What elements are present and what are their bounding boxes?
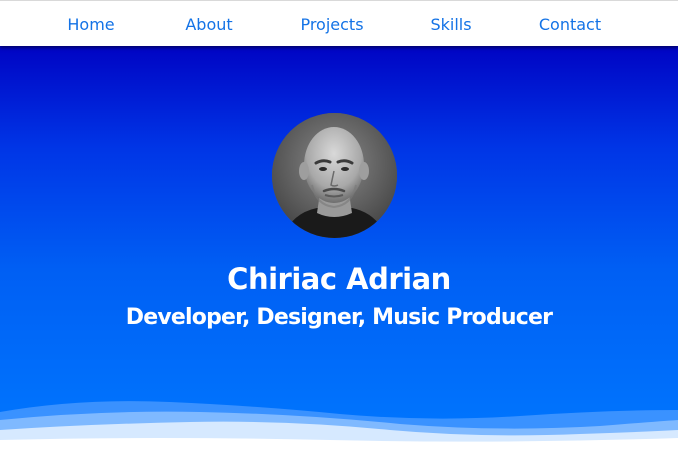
nav-link-home[interactable]: Home	[67, 15, 114, 34]
decorative-waves	[0, 401, 678, 452]
hero-name: Chiriac Adrian	[227, 262, 451, 296]
profile-avatar	[272, 113, 397, 238]
nav-link-contact[interactable]: Contact	[539, 15, 601, 34]
nav-link-about[interactable]: About	[185, 15, 232, 34]
nav-link-projects[interactable]: Projects	[300, 15, 363, 34]
nav-link-skills[interactable]: Skills	[430, 15, 471, 34]
hero-subtitle: Developer, Designer, Music Producer	[125, 305, 553, 330]
profile-photo-image	[272, 113, 397, 238]
top-navbar: Home About Projects Skills Contact	[0, 0, 678, 46]
